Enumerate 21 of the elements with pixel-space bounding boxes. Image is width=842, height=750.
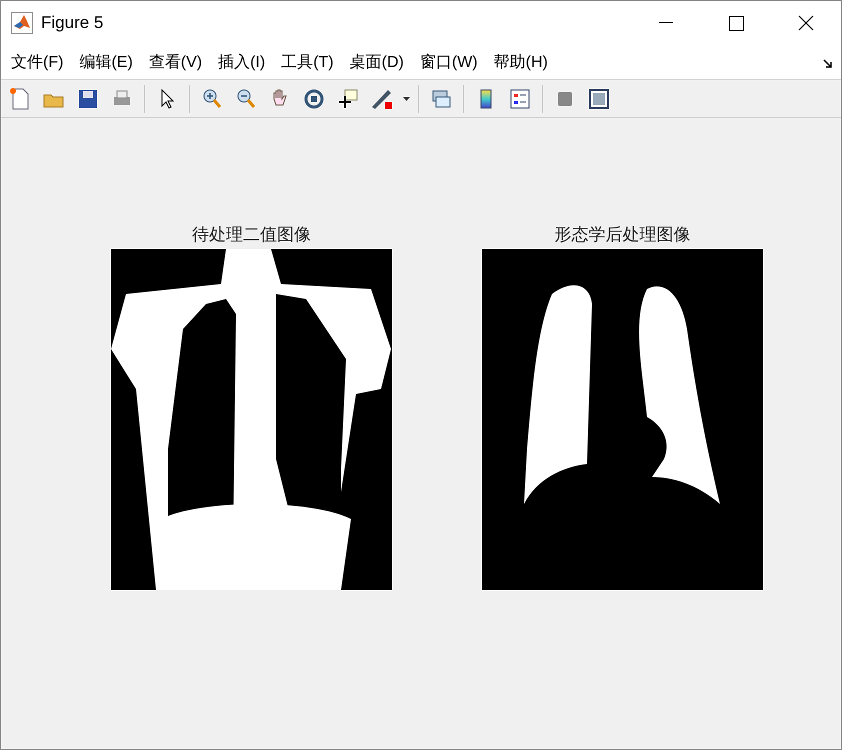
show-plot-tools-icon [587, 86, 611, 110]
menu-item[interactable]: 帮助(H) [486, 52, 556, 72]
menu-item[interactable]: 窗口(W) [412, 52, 486, 72]
menu-item[interactable]: 编辑(E) [71, 52, 141, 72]
data-cursor-icon [336, 86, 360, 110]
menu-item[interactable]: 桌面(D) [342, 52, 412, 72]
menu-item[interactable]: 工具(T) [273, 52, 342, 72]
dropdown-caret-icon [402, 96, 410, 100]
minimize-icon [659, 22, 673, 24]
window-title: Figure 5 [41, 13, 104, 33]
close-icon [798, 15, 814, 31]
axes-title: 形态学后处理图像 [554, 224, 690, 247]
maximize-icon [728, 16, 744, 30]
menu-item[interactable]: 插入(I) [210, 52, 274, 72]
menu-item[interactable]: 查看(V) [140, 52, 210, 72]
rotate-icon [302, 86, 326, 110]
axes-title: 待处理二值图像 [192, 224, 311, 247]
legend-icon [508, 86, 532, 110]
menu-item[interactable]: 文件(F) [3, 52, 72, 72]
dock-arrow-icon [823, 59, 833, 69]
app-logo-icon [11, 12, 33, 34]
